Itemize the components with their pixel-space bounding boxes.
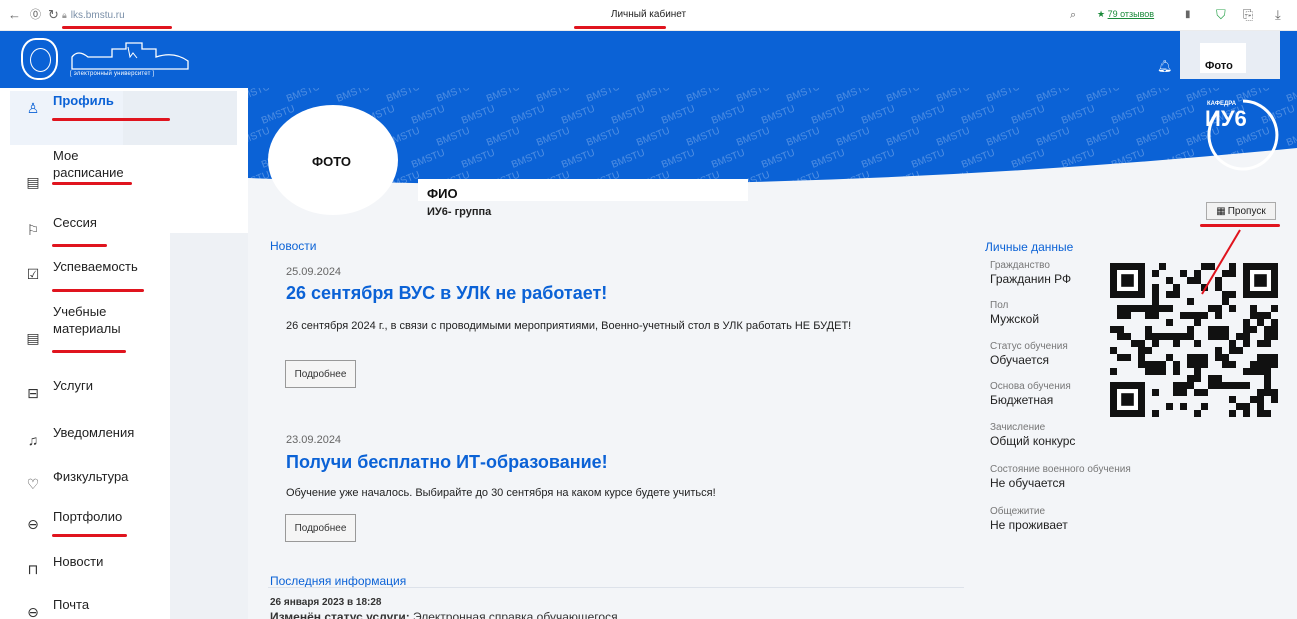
qr-code-icon: ▦ bbox=[1216, 205, 1226, 217]
personal-field-value: Гражданин РФ bbox=[990, 272, 1072, 286]
divider bbox=[268, 587, 964, 588]
personal-field-value: Не обучается bbox=[990, 476, 1066, 490]
bmstu-seal-logo[interactable] bbox=[21, 38, 58, 80]
news-title[interactable]: 26 сентября ВУС в УЛК не работает! bbox=[286, 283, 607, 304]
university-logo-icon[interactable] bbox=[70, 39, 190, 73]
site-header: [ электронный университет ] 🔔︎ Фото bbox=[0, 31, 1297, 88]
sidebar-item-label: Портфолио bbox=[53, 508, 123, 524]
last-info-section-title: Последняя информация bbox=[270, 574, 407, 588]
checkbox-icon: ☑ bbox=[26, 266, 40, 282]
annotation-underline bbox=[574, 26, 666, 29]
sidebar-item-label: Новости bbox=[53, 553, 104, 569]
profile-banner: BMSTU BMSTU BMSTU BMSTU BMSTU BMSTU BMSTU BMSTU… bbox=[248, 88, 1297, 196]
header-photo-label: Фото bbox=[1205, 60, 1233, 72]
news-more-button[interactable]: Подробнее bbox=[285, 360, 356, 388]
personal-section-title: Личные данные bbox=[985, 240, 1074, 254]
student-name: ФИО bbox=[427, 186, 458, 201]
fio-box bbox=[418, 179, 748, 201]
last-info-date: 26 января 2023 в 18:28 bbox=[270, 597, 382, 608]
personal-field-value: Обучается bbox=[990, 353, 1050, 367]
browser-toolbar: ← ⓪ ↻ 🔒︎ lks.bmstu.ru Личный кабинет ⌕ ★… bbox=[0, 0, 1297, 31]
student-group: ИУ6- группа bbox=[427, 206, 492, 218]
last-info-text: Изменён статус услуги: Электронная справ… bbox=[270, 610, 618, 619]
sidebar-item-label: Учебные материалы bbox=[53, 304, 121, 336]
portfolio-icon: ⊖ bbox=[27, 516, 39, 532]
kafedra-iu6-logo: КАФЕДРА ИУ6 bbox=[1205, 99, 1279, 171]
banner-curve bbox=[248, 148, 1297, 196]
annotation-arrow bbox=[1201, 229, 1241, 295]
sidebar-item-label: Уведомления bbox=[53, 424, 135, 440]
personal-field-value: Общий конкурс bbox=[990, 434, 1076, 448]
header-photo[interactable]: Фото bbox=[1180, 31, 1280, 79]
personal-field-label: Общежитие bbox=[990, 506, 1046, 517]
bookmark-icon: ⊓ bbox=[27, 561, 39, 577]
annotation-underline bbox=[52, 350, 126, 353]
annotation-underline bbox=[52, 118, 170, 121]
sidebar-item-label: Почта bbox=[53, 596, 90, 612]
news-date: 25.09.2024 bbox=[286, 266, 342, 278]
news-text: Обучение уже началось. Выбирайте до 30 с… bbox=[286, 487, 716, 499]
personal-field-value: Бюджетная bbox=[990, 393, 1054, 407]
logo-caption: [ электронный университет ] bbox=[70, 71, 155, 77]
annotation-underline bbox=[52, 289, 144, 292]
document-icon: ▤ bbox=[26, 330, 40, 346]
news-section-title: Новости bbox=[270, 239, 317, 253]
calendar-icon: ▤ bbox=[26, 174, 40, 190]
news-date: 23.09.2024 bbox=[286, 434, 342, 446]
personal-field-label: Основа обучения bbox=[990, 381, 1071, 392]
shield-icon[interactable]: ⛉ bbox=[1216, 8, 1226, 22]
sidebar-item-label: Мое расписание bbox=[53, 148, 124, 180]
avatar-photo-label: ФОТО bbox=[312, 154, 351, 169]
personal-field-label: Зачисление bbox=[990, 422, 1046, 433]
annotation-underline bbox=[52, 534, 127, 537]
annotation-underline bbox=[1200, 224, 1280, 227]
annotation-underline bbox=[52, 244, 107, 247]
personal-field-label: Гражданство bbox=[990, 260, 1050, 271]
flag-icon: ⚐ bbox=[26, 222, 40, 238]
sidebar-item-label: Профиль bbox=[53, 92, 114, 108]
personal-field-label: Пол bbox=[990, 300, 1009, 311]
personal-field-label: Статус обучения bbox=[990, 341, 1068, 352]
search-icon[interactable]: ⌕ bbox=[1070, 8, 1076, 22]
reviews-badge[interactable]: ★ 79 отзывов bbox=[1097, 9, 1154, 20]
sidebar-item-label: Услуги bbox=[53, 377, 93, 393]
personal-field-value: Не проживает bbox=[990, 518, 1068, 532]
user-icon: ♙ bbox=[26, 100, 40, 116]
sidebar-rail bbox=[170, 233, 248, 619]
download-icon[interactable]: ⤓ bbox=[1275, 8, 1281, 22]
sidebar: ♙ Профиль ▤ Мое расписание ⚐ Сессия ☑ Успеваемо… bbox=[0, 88, 248, 619]
last-info-detail: Электронная справка обучающегося bbox=[409, 610, 618, 619]
mail-icon: ⊖ bbox=[27, 604, 39, 619]
kafedra-name-label: ИУ6 bbox=[1205, 106, 1247, 131]
notifications-bell-icon[interactable]: 🔔︎ bbox=[1157, 59, 1172, 73]
news-more-button[interactable]: Подробнее bbox=[285, 514, 356, 542]
personal-field-value: Мужской bbox=[990, 312, 1040, 326]
annotation-underline bbox=[62, 26, 172, 29]
pass-button-label: Пропуск bbox=[1227, 205, 1266, 217]
heart-icon: ♡ bbox=[26, 476, 40, 492]
news-title[interactable]: Получи бесплатно ИТ-образование! bbox=[286, 452, 608, 473]
bell-icon: ♫ bbox=[27, 432, 39, 448]
last-info-bold: Изменён статус услуги: bbox=[270, 610, 410, 619]
news-text: 26 сентября 2024 г., в связи с проводимы… bbox=[286, 320, 852, 332]
bookmark-icon[interactable]: ▮ bbox=[1185, 8, 1191, 22]
pass-button[interactable]: ▦ Пропуск bbox=[1206, 202, 1276, 220]
briefcase-icon: ⊟ bbox=[27, 385, 39, 401]
annotation-underline bbox=[52, 182, 132, 185]
personal-field-label: Состояние военного обучения bbox=[990, 464, 1131, 475]
sidebar-item-label: Сессия bbox=[53, 214, 97, 230]
sidebar-item-label: Успеваемость bbox=[53, 258, 138, 274]
reader-icon[interactable]: ⎘ bbox=[1243, 8, 1253, 22]
sidebar-item-label: Физкультура bbox=[53, 468, 129, 484]
